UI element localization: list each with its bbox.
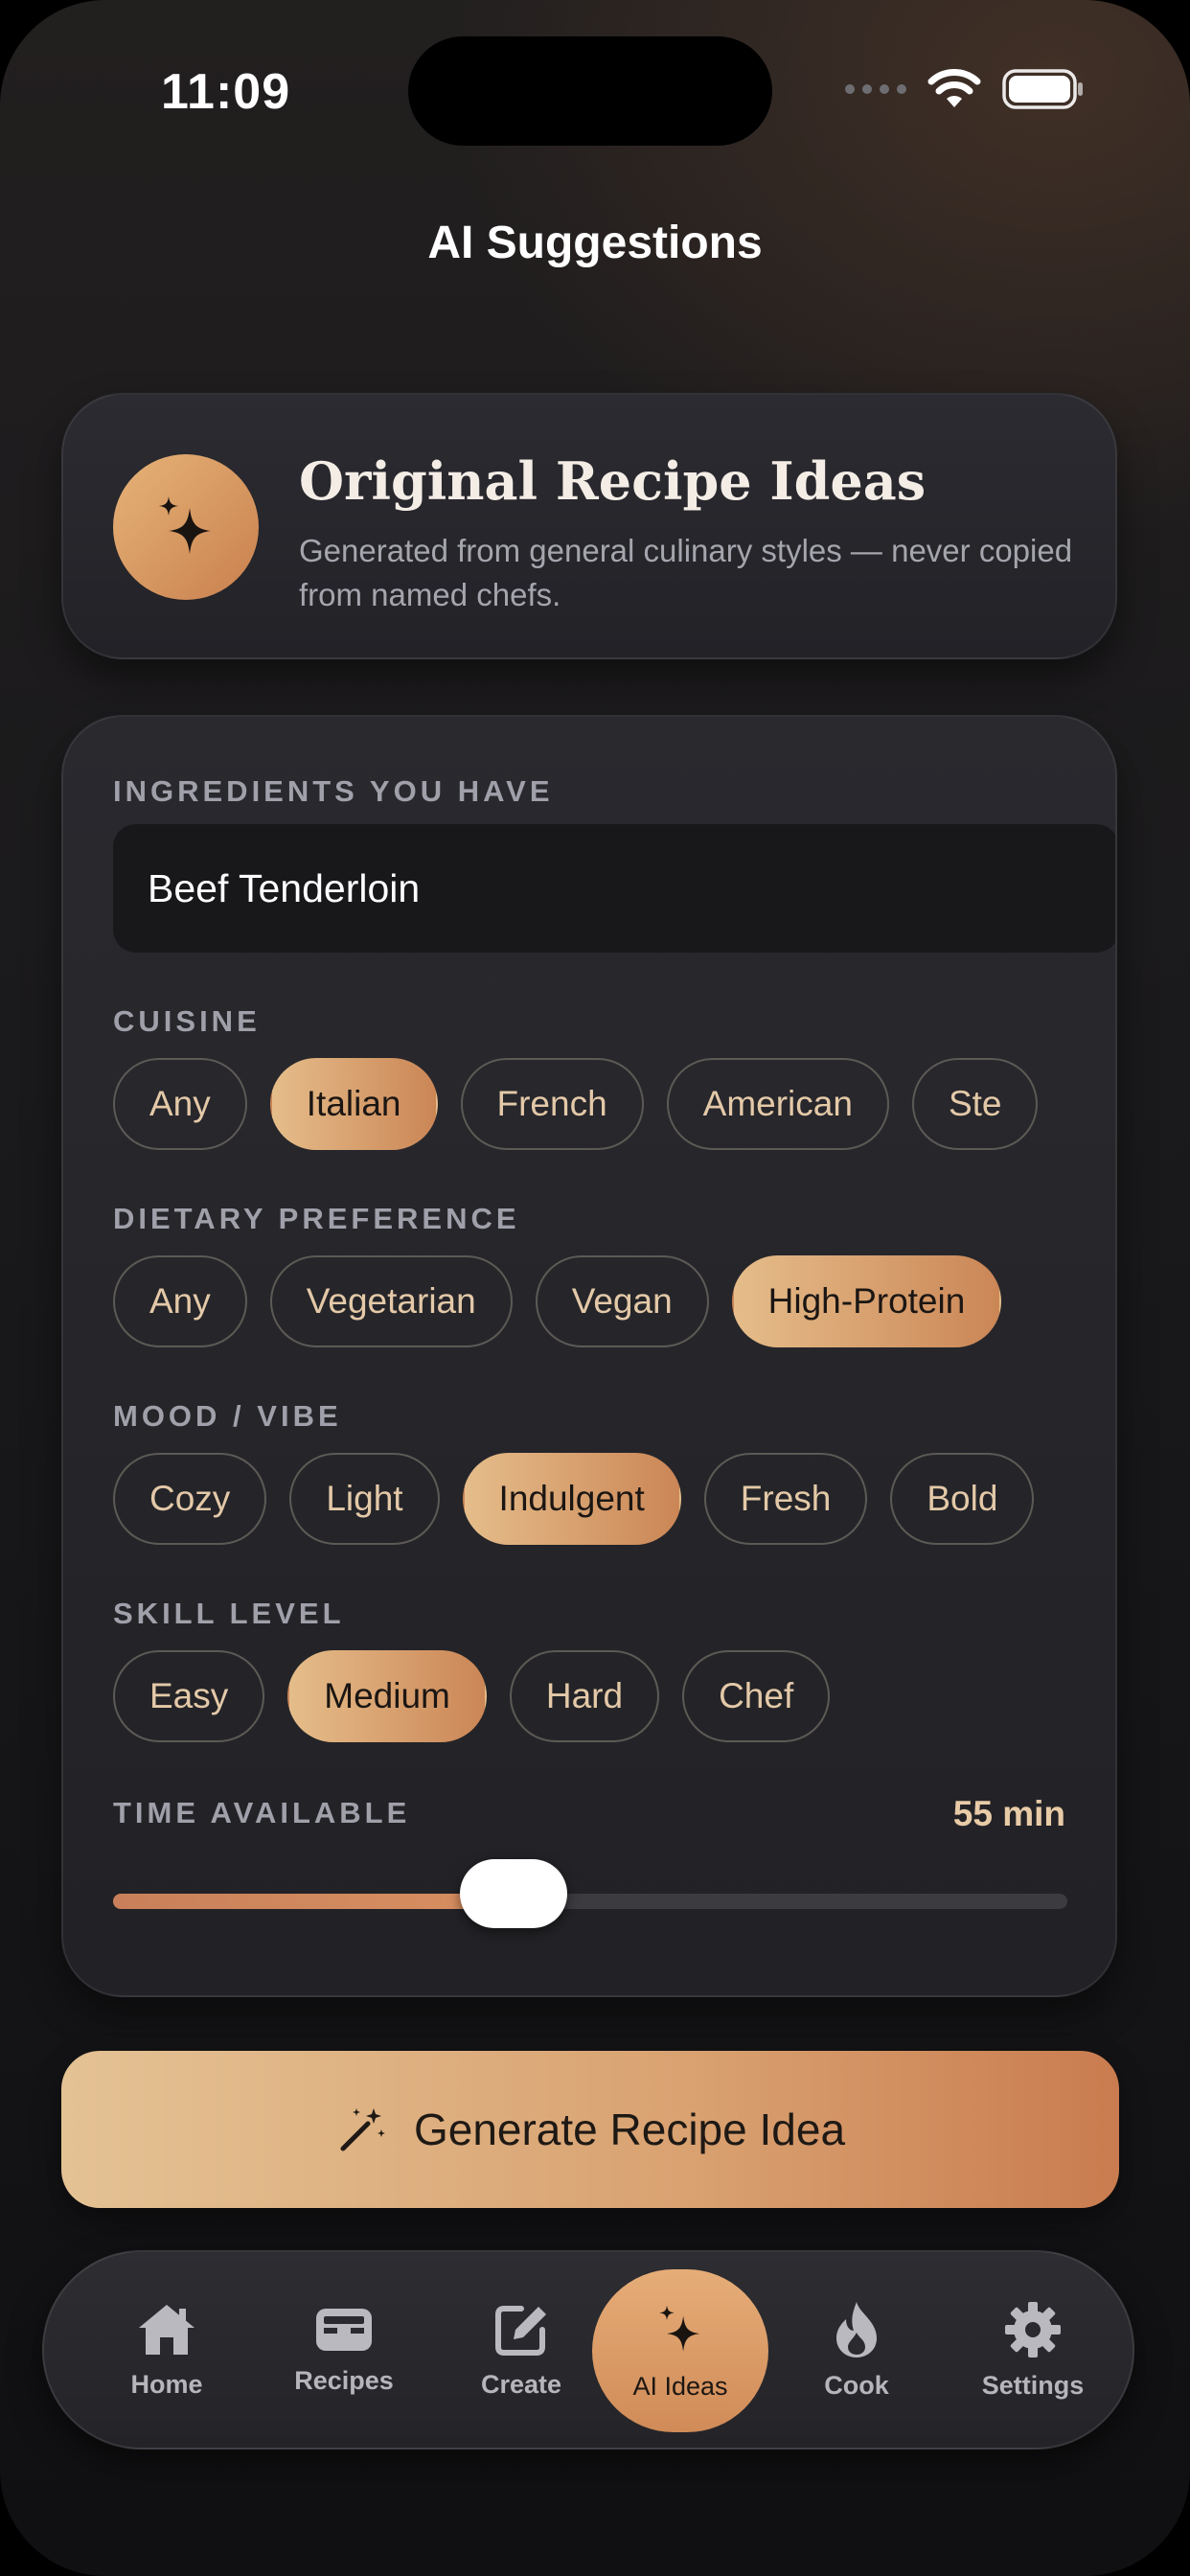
dietary-chip-vegetarian[interactable]: Vegetarian [269,1255,513,1347]
skill-chip-easy[interactable]: Easy [113,1650,265,1742]
house-icon [139,2304,195,2355]
skill-chip-medium[interactable]: Medium [287,1650,487,1742]
tab-label: AI Ideas [632,2371,728,2401]
sparkles-icon [659,2305,700,2352]
tab-label: Cook [824,2370,889,2400]
tab-home[interactable]: Home [79,2252,255,2448]
mood-chip-fresh[interactable]: Fresh [703,1453,868,1545]
dietary-chip-any[interactable]: Any [113,1255,247,1347]
ingredients-input[interactable]: Beef Tenderloin [113,824,1115,953]
tab-recipes[interactable]: Recipes [256,2252,432,2448]
mood-chip-indulgent[interactable]: Indulgent [462,1453,681,1545]
cuisine-chip-any[interactable]: Any [113,1058,247,1150]
tab-cook[interactable]: Cook [768,2252,945,2448]
status-time: 11:09 [161,64,291,120]
generate-recipe-button[interactable]: Generate Recipe Idea [61,2051,1119,2208]
mood-label: MOOD / VIBE [113,1399,342,1433]
hero-title: Original Recipe Ideas [299,450,927,512]
skill-chips: Easy Medium Hard Chef [113,1650,1067,1746]
skill-chip-hard[interactable]: Hard [509,1650,660,1742]
dietary-chip-vegan[interactable]: Vegan [535,1255,709,1347]
recipe-options-form: INGREDIENTS YOU HAVE Beef Tenderloin CUI… [61,715,1117,1997]
generate-recipe-label: Generate Recipe Idea [413,2104,846,2154]
mood-chip-bold[interactable]: Bold [890,1453,1035,1545]
tab-label: Home [130,2369,203,2399]
cuisine-chip-italian[interactable]: Italian [269,1058,438,1150]
tab-create[interactable]: Create [433,2252,609,2448]
wifi-icon [927,69,981,109]
tray-icon [316,2308,372,2351]
mood-chip-cozy[interactable]: Cozy [113,1453,267,1545]
cuisine-chip-ste[interactable]: Ste [911,1058,1039,1150]
tab-bar: Home Recipes Create AI Ideas Cook Settin… [42,2250,1134,2450]
dietary-chip-high-protein[interactable]: High-Protein [731,1255,1002,1347]
hero-subtitle: Generated from general culinary styles —… [299,533,1073,612]
time-value: 55 min [952,1794,1065,1833]
cellular-signal-icon [845,84,906,94]
original-recipe-ideas-card: Original Recipe Ideas Generated from gen… [61,393,1117,659]
page-title: AI Suggestions [427,218,763,268]
magic-wand-icon [340,2108,385,2151]
gear-icon [1005,2301,1061,2358]
tab-label: Create [480,2369,562,2399]
sparkles-icon [159,496,211,554]
hero-badge [113,454,259,600]
cuisine-chips: Any Italian French American Ste [113,1058,1067,1154]
tab-label: Recipes [294,2365,394,2395]
tab-ai-ideas[interactable]: AI Ideas [592,2269,768,2432]
cuisine-chip-american[interactable]: American [666,1058,889,1150]
time-slider-fill [113,1894,514,1909]
dietary-label: DIETARY PREFERENCE [113,1202,520,1235]
flame-icon [836,2301,877,2358]
battery-icon [1002,69,1085,109]
tab-label: Settings [981,2370,1085,2400]
cuisine-label: CUISINE [113,1004,261,1038]
ingredients-label: INGREDIENTS YOU HAVE [113,774,554,808]
tab-settings[interactable]: Settings [945,2252,1121,2448]
skill-chip-chef[interactable]: Chef [682,1650,831,1742]
status-indicators [845,69,1085,109]
dietary-chips: Any Vegetarian Vegan High-Protein [113,1255,1067,1351]
mood-chip-light[interactable]: Light [289,1453,440,1545]
cuisine-chip-french[interactable]: French [460,1058,644,1150]
time-slider-thumb[interactable] [460,1859,567,1928]
time-label: TIME AVAILABLE [113,1796,411,1829]
time-slider[interactable] [113,1859,1067,1928]
app-screen: 11:09 AI Suggestions Original Recipe Ide… [0,0,1190,2576]
mood-chips: Cozy Light Indulgent Fresh Bold [113,1453,1067,1549]
edit-icon [495,2305,546,2356]
dynamic-island [408,36,772,146]
skill-label: SKILL LEVEL [113,1597,345,1630]
